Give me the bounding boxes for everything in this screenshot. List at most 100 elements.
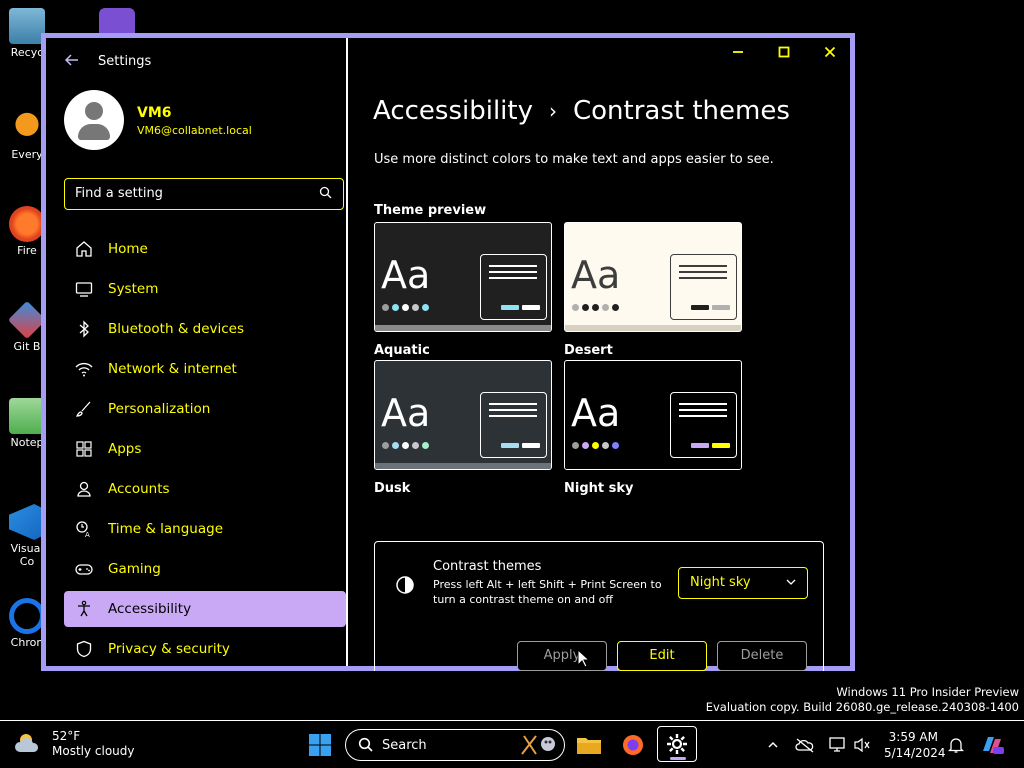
theme-night-sky[interactable]: Aa Night sky [564,360,742,496]
sidebar-item-label: System [108,281,159,297]
theme-mini-window [480,392,547,458]
watermark-line-1: Windows 11 Pro Insider Preview [836,685,1019,699]
taskbar-file-explorer[interactable] [573,729,605,761]
taskbar-clock[interactable]: 3:59 AM 5/14/2024 [884,729,946,761]
maximize-icon [778,46,790,58]
theme-stripe [565,463,741,469]
chevron-up-icon [768,741,778,748]
theme-sample-text: Aa [571,253,621,297]
everything-search-icon [9,110,45,146]
theme-thumbnail: Aa [564,360,742,470]
theme-name: Night sky [564,481,634,496]
search-icon[interactable] [319,186,333,200]
speaker-muted-icon [854,737,870,753]
find-setting-search [64,178,344,210]
weather-widget[interactable]: 52°F Mostly cloudy [14,729,135,759]
start-button[interactable] [304,729,336,761]
active-app-indicator [670,757,686,760]
sidebar-item-accounts[interactable]: Accounts [64,471,346,507]
sidebar-item-home[interactable]: Home [64,231,346,267]
theme-name: Dusk [374,481,411,496]
clock-time: 3:59 AM [888,730,938,744]
theme-sample-text: Aa [381,253,431,297]
avatar-body [78,124,110,140]
bell-icon [948,738,964,753]
theme-sample-text: Aa [571,391,621,435]
home-icon [74,239,94,259]
edit-button[interactable]: Edit [617,641,707,671]
user-email: VM6@collabnet.local [137,124,252,137]
contrast-themes-title: Contrast themes [433,559,542,574]
taskbar: 52°F Mostly cloudy Search 3:59 AM 5/14/2… [0,720,1024,768]
theme-name: Desert [564,343,613,358]
apps-grid-icon [74,439,94,459]
copilot-button[interactable] [976,729,1008,761]
sidebar-item-gaming[interactable]: Gaming [64,551,346,587]
chrome-icon [9,598,45,634]
user-name: VM6 [137,105,172,121]
apply-button[interactable]: Apply [517,641,607,671]
taskbar-firefox[interactable] [617,729,649,761]
sidebar-item-time-language[interactable]: A Time & language [64,511,346,547]
dropdown-value: Night sky [690,575,751,590]
notifications-button[interactable] [940,729,972,761]
back-button[interactable] [64,52,84,72]
theme-thumbnail: Aa [374,360,552,470]
sidebar-item-system[interactable]: System [64,271,346,307]
sidebar-item-label: Gaming [108,561,161,577]
page-title: Contrast themes [573,96,790,126]
avatar[interactable] [64,90,124,150]
weather-text: 52°F Mostly cloudy [52,729,135,759]
os-watermark: Windows 11 Pro Insider Preview Evaluatio… [706,685,1019,715]
taskbar-search[interactable]: Search [345,729,565,761]
contrast-icon [396,576,414,594]
sidebar-item-label: Apps [108,441,142,457]
minimize-icon [733,51,743,53]
onedrive-tray-button[interactable] [789,729,821,761]
maximize-button[interactable] [769,46,799,66]
theme-thumbnail: Aa [374,222,552,332]
contrast-theme-dropdown[interactable]: Night sky [678,567,808,599]
theme-sample-text: Aa [381,391,431,435]
firefox-icon [623,735,643,755]
sidebar-item-accessibility[interactable]: Accessibility [64,591,346,627]
sidebar: Settings VM6 VM6@collabnet.local Home Sy… [46,38,351,666]
theme-stripe [375,463,551,469]
sidebar-item-personalization[interactable]: Personalization [64,391,346,427]
recycle-bin-icon [9,8,45,44]
theme-color-dots [382,304,429,311]
svg-text:A: A [85,531,90,538]
theme-dusk[interactable]: Aa Dusk [374,360,552,496]
minimize-button[interactable] [723,46,753,66]
weather-temp: 52°F [52,729,81,743]
sidebar-item-label: Home [108,241,148,257]
clock-date: 5/14/2024 [884,746,946,760]
taskbar-settings[interactable] [657,726,697,762]
contrast-themes-card: Contrast themes Press left Alt + left Sh… [374,541,824,671]
settings-window: Settings VM6 VM6@collabnet.local Home Sy… [41,33,855,671]
sidebar-item-label: Personalization [108,401,211,417]
show-hidden-icons-button[interactable] [757,729,789,761]
time-language-icon: A [74,519,94,539]
contrast-themes-subtitle: Press left Alt + left Shift + Print Scre… [433,578,662,606]
theme-desert[interactable]: Aa Desert [564,222,742,358]
delete-button[interactable]: Delete [717,641,807,671]
sidebar-item-label: Network & internet [108,361,237,377]
theme-mini-window [670,254,737,320]
person-icon [74,479,94,499]
taskbar-search-label: Search [382,738,427,753]
notepad-icon [9,398,45,434]
monitor-icon [74,279,94,299]
close-button[interactable] [815,46,845,66]
sidebar-item-privacy[interactable]: Privacy & security [64,631,346,667]
theme-aquatic[interactable]: Aa Aquatic [374,222,552,358]
search-input[interactable] [75,186,305,201]
gear-icon [667,734,687,754]
breadcrumb-parent[interactable]: Accessibility [373,96,533,126]
sidebar-item-network[interactable]: Network & internet [64,351,346,387]
volume-tray-button[interactable] [846,729,878,761]
bluetooth-icon [74,319,94,339]
sidebar-item-bluetooth[interactable]: Bluetooth & devices [64,311,346,347]
sidebar-item-apps[interactable]: Apps [64,431,346,467]
theme-color-dots [572,442,619,449]
